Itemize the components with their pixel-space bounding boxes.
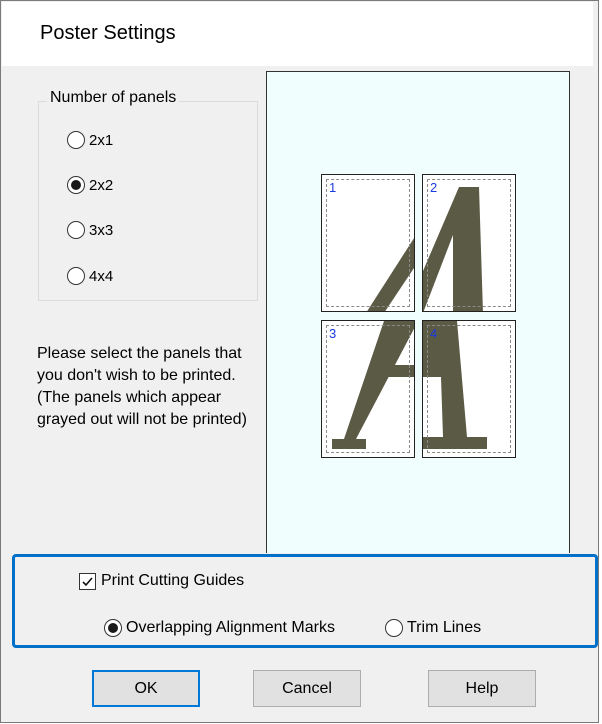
trim-lines-label: Trim Lines [407,619,482,636]
panels-radio-4x4[interactable]: 4x4 [67,267,113,285]
checkbox-checked-icon[interactable] [79,572,96,590]
print-cutting-guides-checkbox[interactable]: Print Cutting Guides [79,572,244,590]
radio-button-icon[interactable] [67,221,85,239]
panel-trim-border [427,325,511,453]
panels-radio-2x2[interactable]: 2x2 [67,176,113,194]
panels-radio-2x1[interactable]: 2x1 [67,131,113,149]
trim-lines-radio[interactable]: Trim Lines [385,619,481,637]
poster-preview-area: 1 2 3 4 [266,71,570,553]
panel-trim-border [326,325,410,453]
panel-number: 4 [430,326,438,341]
panel-trim-border [326,179,410,307]
panel-trim-border [427,179,511,307]
panels-radio-label: 3x3 [89,221,114,239]
ok-button[interactable]: OK [92,670,200,707]
number-of-panels-legend: Number of panels [47,89,180,107]
panel-number: 2 [430,180,438,195]
preview-panel-4[interactable]: 4 [422,320,516,458]
panel-selection-note: Please select the panels that you don't … [37,345,247,428]
cancel-button[interactable]: Cancel [253,670,361,707]
panels-radio-label: 2x2 [89,176,114,194]
overlapping-alignment-marks-label: Overlapping Alignment Marks [126,619,335,636]
panels-radio-label: 4x4 [89,267,114,285]
print-cutting-guides-label: Print Cutting Guides [101,572,245,589]
preview-panel-1[interactable]: 1 [321,174,415,312]
radio-button-icon[interactable] [385,619,403,637]
title-bar: Poster Settings [2,2,593,66]
panel-number: 3 [329,326,337,341]
dialog-title: Poster Settings [40,22,176,44]
panels-radio-label: 2x1 [89,131,114,149]
poster-settings-dialog: Poster Settings Number of panels 2x1 2x2… [0,0,599,723]
preview-panel-2[interactable]: 2 [422,174,516,312]
panels-radio-3x3[interactable]: 3x3 [67,221,113,239]
overlapping-alignment-marks-radio[interactable]: Overlapping Alignment Marks [104,619,335,637]
radio-button-selected-icon[interactable] [104,619,122,637]
radio-button-icon[interactable] [67,131,85,149]
help-button[interactable]: Help [428,670,536,707]
radio-button-selected-icon[interactable] [67,176,85,194]
preview-panel-3[interactable]: 3 [321,320,415,458]
panel-number: 1 [329,180,337,195]
radio-button-icon[interactable] [67,267,85,285]
